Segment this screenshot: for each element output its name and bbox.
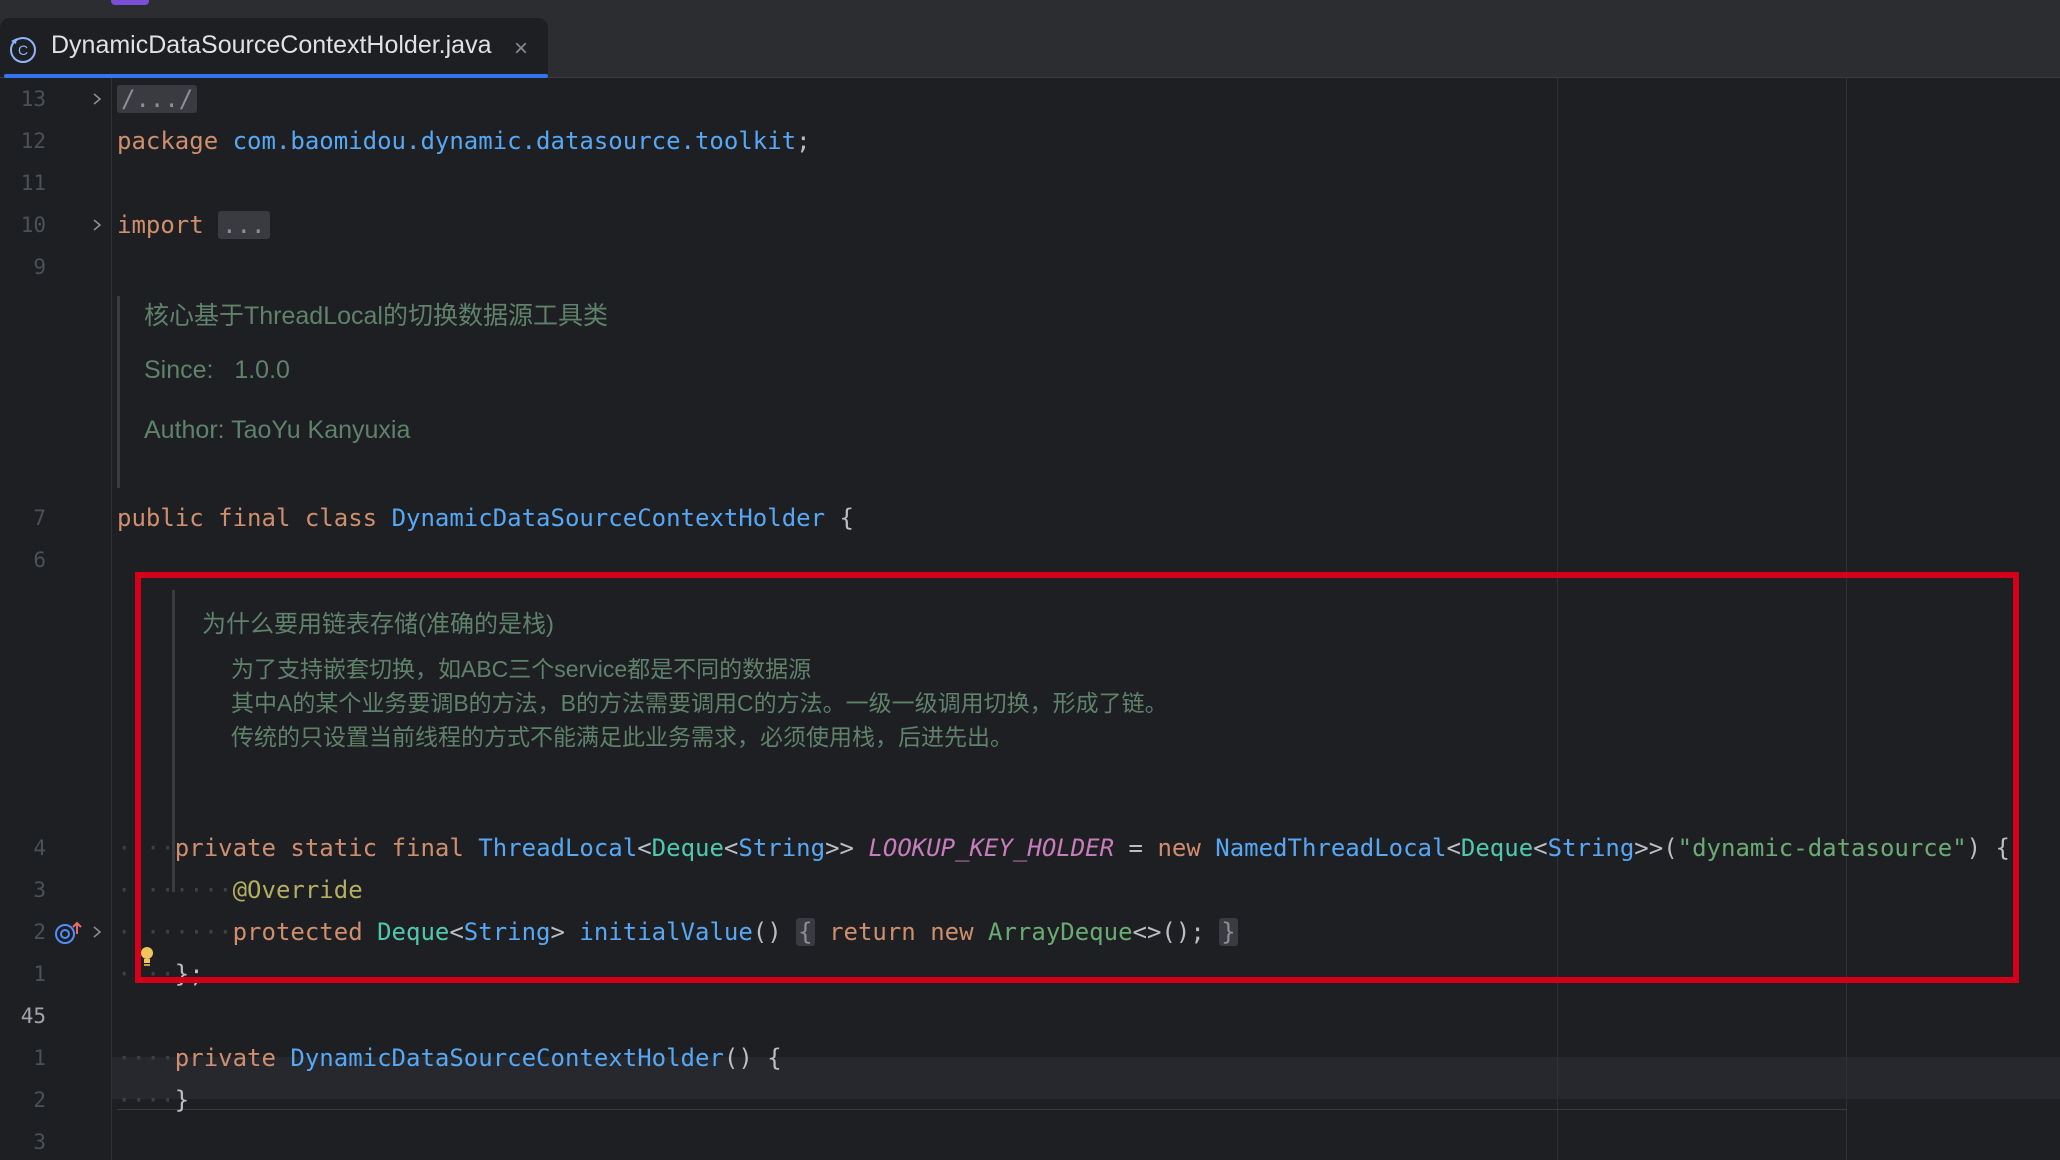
- line-number: 4: [33, 836, 46, 860]
- since-label: Since:: [144, 356, 214, 384]
- line-number: 1: [33, 962, 46, 986]
- code-line: public final class DynamicDataSourceCont…: [117, 497, 854, 539]
- keyword: import: [117, 211, 204, 239]
- window-top-strip: [0, 0, 2060, 16]
- method-separator: [117, 1109, 1847, 1110]
- svg-text:C: C: [18, 42, 28, 58]
- keyword: package: [117, 127, 219, 155]
- chevron-right-icon[interactable]: [89, 924, 105, 940]
- keyword: private: [174, 1044, 276, 1072]
- highlight-annotation-box: [135, 572, 2019, 983]
- line-number: 2: [33, 1088, 46, 1112]
- javadoc-since: Since: 1.0.0: [144, 356, 290, 385]
- line-number: 13: [20, 87, 46, 111]
- line-number: 12: [20, 129, 46, 153]
- javadoc-summary: 核心基于ThreadLocal的切换数据源工具类: [144, 302, 608, 330]
- project-badge[interactable]: [111, 0, 149, 5]
- override-method-icon[interactable]: [53, 920, 83, 946]
- chevron-right-icon[interactable]: [89, 91, 105, 107]
- package-name: com.baomidou.dynamic.datasource.toolkit: [232, 127, 797, 155]
- keyword: class: [304, 504, 378, 532]
- keyword: public: [117, 504, 204, 532]
- code-editor[interactable]: 13 12 11 10 9 7 6 4 3 2 1 45 1 2 3 /.../…: [0, 78, 2060, 1160]
- chevron-right-icon[interactable]: [89, 217, 105, 233]
- javadoc-author: Author: TaoYu Kanyuxia: [144, 416, 411, 444]
- line-number-current: 45: [20, 1004, 46, 1028]
- line-number: 7: [33, 506, 46, 530]
- punctuation: }: [174, 1086, 190, 1114]
- line-number: 6: [33, 548, 46, 572]
- code-line: ····private DynamicDataSourceContextHold…: [117, 1044, 782, 1072]
- editor-tab-bar: C DynamicDataSourceContextHolder.java ×: [0, 16, 2060, 78]
- since-value: 1.0.0: [234, 356, 290, 384]
- keyword: final: [218, 504, 291, 532]
- line-number: 3: [33, 1130, 46, 1154]
- java-class-icon: C: [10, 37, 36, 63]
- line-number: 3: [33, 878, 46, 902]
- close-icon[interactable]: ×: [514, 35, 528, 63]
- class-javadoc: 核心基于ThreadLocal的切换数据源工具类 Since: 1.0.0 Au…: [117, 296, 608, 488]
- line-number-gutter: 13 12 11 10 9 7 6 4 3 2 1 45 1 2 3: [0, 78, 112, 1160]
- line-number: 9: [33, 255, 46, 279]
- code-line: ····}: [117, 1086, 190, 1114]
- line-number: 11: [20, 171, 46, 195]
- code-line: /.../: [117, 78, 198, 120]
- folded-imports[interactable]: ...: [218, 211, 270, 239]
- code-line: import ...: [117, 204, 270, 246]
- line-number: 2: [33, 920, 46, 944]
- folded-header[interactable]: /.../: [117, 85, 198, 113]
- line-number: 1: [33, 1046, 46, 1070]
- code-line: package com.baomidou.dynamic.datasource.…: [117, 120, 811, 162]
- tab-title: DynamicDataSourceContextHolder.java: [51, 31, 492, 59]
- punctuation: () {: [723, 1044, 782, 1072]
- tab-dynamic-data-source-context-holder[interactable]: C DynamicDataSourceContextHolder.java ×: [0, 18, 548, 78]
- line-number: 10: [20, 213, 46, 237]
- constructor-name: DynamicDataSourceContextHolder: [290, 1044, 724, 1072]
- punctuation: {: [839, 504, 854, 532]
- class-name: DynamicDataSourceContextHolder: [391, 504, 826, 532]
- punctuation: ;: [796, 127, 811, 155]
